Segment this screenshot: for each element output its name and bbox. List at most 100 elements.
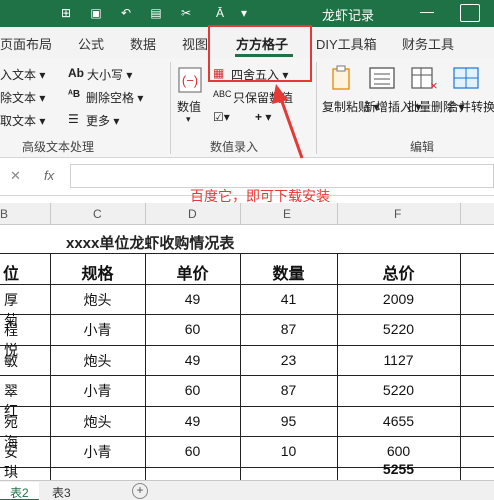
header-cell[interactable]: 规格 bbox=[50, 260, 145, 284]
edit-icon[interactable]: ☑▾ bbox=[213, 110, 230, 124]
header-cell[interactable]: 位 bbox=[0, 260, 22, 284]
remove-space-button[interactable]: 删除空格 ▾ bbox=[86, 89, 143, 106]
extract-text-button[interactable]: 取文本 ▾ bbox=[0, 112, 45, 129]
group-label-edit: 编辑 bbox=[410, 140, 435, 154]
table-cell[interactable]: 敏 bbox=[0, 351, 22, 371]
case-icon: Ab bbox=[68, 66, 84, 80]
tab-view[interactable]: 视图 bbox=[182, 34, 208, 53]
table-cell[interactable]: 小青 bbox=[50, 381, 145, 401]
delete-text-button[interactable]: 除文本 ▾ bbox=[0, 89, 45, 106]
merge-button[interactable]: 合并转换 ▾ bbox=[447, 98, 494, 115]
group-label-number: 数值录入 bbox=[210, 140, 259, 154]
function-icon[interactable]: fx bbox=[44, 168, 54, 183]
table-cell[interactable]: 87 bbox=[240, 382, 337, 398]
ribbon-separator bbox=[316, 62, 317, 154]
table-cell[interactable]: 49 bbox=[145, 352, 240, 368]
table-cell[interactable]: 5220 bbox=[337, 382, 460, 398]
table-cell[interactable]: 87 bbox=[240, 321, 337, 337]
table-cell[interactable]: 49 bbox=[145, 291, 240, 307]
column-divider bbox=[240, 203, 241, 225]
table-cell[interactable]: 23 bbox=[240, 352, 337, 368]
annotation-text: 百度它，即可下载安装 bbox=[190, 188, 330, 204]
sheet-title: xxxx单位龙虾收购情况表 bbox=[66, 235, 235, 252]
more-button[interactable]: 更多 ▾ bbox=[86, 112, 119, 129]
table-cell[interactable]: 41 bbox=[240, 291, 337, 307]
keep-value-button[interactable]: 只保留数值 bbox=[233, 89, 293, 106]
table-cell[interactable]: 炮头 bbox=[50, 351, 145, 371]
column-header[interactable]: D bbox=[188, 207, 197, 221]
undo-icon[interactable]: ↶ bbox=[118, 5, 134, 21]
header-cell[interactable]: 数量 bbox=[240, 260, 337, 284]
ribbon-separator bbox=[170, 62, 171, 154]
dropdown-icon[interactable]: ▾ bbox=[236, 5, 252, 21]
more-icon: ☰ bbox=[68, 112, 79, 126]
formula-input[interactable] bbox=[70, 164, 494, 188]
column-header[interactable]: E bbox=[283, 207, 291, 221]
column-header[interactable]: B bbox=[0, 207, 8, 221]
batch-delete-icon: × bbox=[411, 67, 438, 92]
add-sheet-icon[interactable]: + bbox=[132, 483, 148, 499]
merge-icon bbox=[453, 67, 479, 89]
column-header[interactable]: F bbox=[394, 207, 401, 221]
title-bar: ⊞ ▣ ↶ ▤ ✂ Ā ▾ 龙虾记录 — bbox=[0, 0, 494, 27]
tab-diy-toolbox[interactable]: DIY工具箱 bbox=[316, 34, 377, 53]
table-cell[interactable]: 5220 bbox=[337, 321, 460, 337]
column-divider bbox=[460, 203, 461, 225]
minimize-button[interactable]: — bbox=[420, 3, 434, 19]
grid-line bbox=[0, 345, 494, 346]
plus-icon[interactable]: + ▾ bbox=[255, 110, 271, 124]
table-cell[interactable]: 小青 bbox=[50, 320, 145, 340]
copy-paste-icon bbox=[332, 65, 350, 90]
grid-line bbox=[0, 284, 494, 285]
table-cell[interactable]: 2009 bbox=[337, 291, 460, 307]
column-divider bbox=[337, 203, 338, 225]
sheet-grid[interactable]: xxxx单位龙虾收购情况表 位 规格 单价 数量 总价 厚菊 炮头 49 41 … bbox=[0, 225, 494, 480]
table-cell[interactable]: 炮头 bbox=[50, 412, 145, 432]
text-format-icon[interactable]: Ā bbox=[212, 5, 228, 21]
excel-logo-icon: ⊞ bbox=[60, 6, 72, 20]
table-cell[interactable]: 60 bbox=[145, 382, 240, 398]
column-divider bbox=[50, 203, 51, 225]
table-cell[interactable]: 49 bbox=[145, 413, 240, 429]
account-icon[interactable] bbox=[460, 4, 480, 22]
tab-formulas[interactable]: 公式 bbox=[78, 34, 104, 53]
table-cell[interactable]: 60 bbox=[145, 321, 240, 337]
table-cell[interactable]: 1127 bbox=[337, 352, 460, 368]
grid-line bbox=[460, 253, 461, 480]
insert-icon bbox=[369, 67, 395, 89]
tab-data[interactable]: 数据 bbox=[130, 34, 156, 53]
grid-line bbox=[0, 375, 494, 376]
value-button[interactable]: 数值 bbox=[177, 98, 201, 115]
insert-text-button[interactable]: 入文本 ▾ bbox=[0, 66, 45, 83]
column-divider bbox=[145, 203, 146, 225]
total-cell[interactable]: 5255 bbox=[337, 461, 460, 477]
window-title: 龙虾记录 bbox=[322, 8, 375, 23]
value-icon: (−) bbox=[178, 67, 202, 93]
save-icon[interactable]: ▣ bbox=[88, 5, 104, 21]
grid-line bbox=[0, 314, 494, 315]
tab-page-layout[interactable]: 页面布局 bbox=[0, 34, 52, 53]
table-cell[interactable]: 600 bbox=[337, 443, 460, 459]
cancel-icon[interactable]: ✕ bbox=[10, 168, 21, 184]
sheet-tab-bar: 表2 表3 + bbox=[0, 480, 494, 500]
table-cell[interactable]: 安琪 bbox=[0, 442, 22, 482]
cut-icon[interactable]: ✂ bbox=[178, 5, 194, 21]
sheet-tab[interactable]: 表2 bbox=[0, 482, 39, 500]
case-button[interactable]: 大小写 ▾ bbox=[87, 66, 132, 83]
table-cell[interactable]: 10 bbox=[240, 443, 337, 459]
header-cell[interactable]: 总价 bbox=[337, 260, 460, 284]
tab-finance-tools[interactable]: 财务工具 bbox=[402, 34, 454, 53]
svg-text:×: × bbox=[430, 78, 438, 92]
grid-line bbox=[0, 436, 494, 437]
table-cell[interactable]: 炮头 bbox=[50, 290, 145, 310]
value-dropdown-icon[interactable]: ▾ bbox=[186, 114, 191, 125]
column-headers: B C D E F bbox=[0, 203, 494, 225]
table-cell[interactable]: 60 bbox=[145, 443, 240, 459]
table-cell[interactable]: 小青 bbox=[50, 442, 145, 462]
table-cell[interactable]: 95 bbox=[240, 413, 337, 429]
picture-icon[interactable]: ▤ bbox=[148, 5, 164, 21]
header-cell[interactable]: 单价 bbox=[145, 260, 240, 284]
table-cell[interactable]: 4655 bbox=[337, 413, 460, 429]
column-header[interactable]: C bbox=[93, 207, 102, 221]
sheet-tab[interactable]: 表3 bbox=[42, 482, 81, 500]
